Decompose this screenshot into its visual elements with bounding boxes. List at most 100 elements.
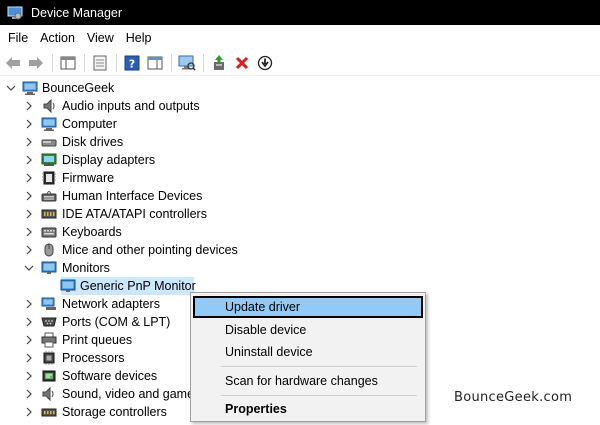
- tree-category-disk-drives[interactable]: Disk drives: [0, 133, 600, 151]
- menu-item-properties[interactable]: Properties: [193, 398, 423, 420]
- expand-chevron-icon[interactable]: [23, 244, 35, 256]
- monitor-icon: [60, 278, 76, 294]
- expand-chevron-icon[interactable]: [23, 226, 35, 238]
- menu-separator: [221, 366, 417, 367]
- toolbar-separator: [203, 53, 204, 72]
- expand-chevron-icon[interactable]: [23, 118, 35, 130]
- forward-icon[interactable]: [26, 53, 46, 73]
- disk-drive-icon: [41, 134, 57, 150]
- collapse-chevron-icon[interactable]: [5, 82, 17, 94]
- expand-chevron-icon[interactable]: [23, 334, 35, 346]
- menu-item-update-driver[interactable]: Update driver: [193, 296, 423, 318]
- expand-chevron-icon[interactable]: [23, 370, 35, 382]
- tree-category-ide[interactable]: IDE ATA/ATAPI controllers: [0, 205, 600, 223]
- expand-chevron-icon[interactable]: [23, 316, 35, 328]
- expand-chevron-icon[interactable]: [23, 100, 35, 112]
- menu-separator: [221, 395, 417, 396]
- expand-chevron-icon[interactable]: [23, 406, 35, 418]
- tree-category-firmware[interactable]: Firmware: [0, 169, 600, 187]
- tree-category-hid[interactable]: Human Interface Devices: [0, 187, 600, 205]
- sound-video-icon: [41, 386, 57, 402]
- menu-view[interactable]: View: [82, 31, 119, 45]
- expand-chevron-icon[interactable]: [23, 172, 35, 184]
- properties-icon[interactable]: [90, 53, 110, 73]
- menu-bar: File Action View Help: [0, 25, 600, 50]
- tree-category-label: Network adapters: [62, 297, 160, 311]
- software-device-icon: [41, 368, 57, 384]
- svg-text:?: ?: [129, 57, 135, 70]
- hid-icon: [41, 188, 57, 204]
- network-adapter-icon: [41, 296, 57, 312]
- storage-controller-icon: [41, 404, 57, 420]
- disable-device-icon[interactable]: [255, 53, 275, 73]
- speaker-icon: [41, 98, 57, 114]
- watermark-text: BounceGeek.com: [454, 390, 573, 405]
- menu-file[interactable]: File: [3, 31, 33, 45]
- tree-category-label: Monitors: [62, 261, 110, 275]
- tree-category-label: Firmware: [62, 171, 115, 185]
- action-pane-icon[interactable]: [145, 53, 165, 73]
- tree-category-label: Print queues: [62, 333, 133, 347]
- collapse-chevron-icon[interactable]: [23, 262, 35, 274]
- tree-category-mice[interactable]: Mice and other pointing devices: [0, 241, 600, 259]
- expand-chevron-icon[interactable]: [23, 208, 35, 220]
- menu-item-disable-device[interactable]: Disable device: [193, 319, 423, 341]
- toolbar-separator: [171, 53, 172, 72]
- window-title: Device Manager: [31, 5, 123, 20]
- tree-category-label: Audio inputs and outputs: [62, 99, 200, 113]
- show-hide-console-tree-icon[interactable]: [58, 53, 78, 73]
- toolbar-separator: [52, 53, 53, 72]
- tree-category-label: Mice and other pointing devices: [62, 243, 238, 257]
- title-bar: Device Manager: [0, 0, 600, 25]
- tree-category-label: Storage controllers: [62, 405, 167, 419]
- firmware-icon: [41, 170, 57, 186]
- tree-category-display-adapters[interactable]: Display adapters: [0, 151, 600, 169]
- expand-chevron-icon[interactable]: [23, 136, 35, 148]
- computer-icon: [41, 116, 57, 132]
- toolbar-separator: [116, 53, 117, 72]
- display-adapter-icon: [41, 152, 57, 168]
- computer-icon: [22, 80, 38, 96]
- ide-controller-icon: [41, 206, 57, 222]
- context-menu: Update driver Disable device Uninstall d…: [190, 292, 426, 422]
- menu-help[interactable]: Help: [121, 31, 157, 45]
- monitor-icon: [41, 260, 57, 276]
- tree-root-node[interactable]: BounceGeek: [0, 79, 600, 97]
- expand-chevron-icon[interactable]: [23, 190, 35, 202]
- tree-category-label: Ports (COM & LPT): [62, 315, 171, 329]
- tree-category-label: IDE ATA/ATAPI controllers: [62, 207, 207, 221]
- tree-category-label: Computer: [62, 117, 117, 131]
- update-driver-icon[interactable]: [209, 53, 229, 73]
- printer-icon: [41, 332, 57, 348]
- tree-category-label: Keyboards: [62, 225, 122, 239]
- expand-chevron-icon[interactable]: [23, 388, 35, 400]
- scan-hardware-icon[interactable]: [177, 53, 197, 73]
- device-manager-app-icon: [7, 5, 23, 21]
- tree-category-label: Disk drives: [62, 135, 124, 149]
- toolbar-separator: [84, 53, 85, 72]
- keyboard-icon: [41, 224, 57, 240]
- tree-category-label: Software devices: [62, 369, 158, 383]
- uninstall-icon[interactable]: [232, 53, 252, 73]
- mouse-icon: [41, 242, 57, 258]
- menu-item-uninstall-device[interactable]: Uninstall device: [193, 341, 423, 363]
- expand-chevron-icon[interactable]: [23, 298, 35, 310]
- tree-category-label: Sound, video and game: [62, 387, 195, 401]
- expand-chevron-icon[interactable]: [23, 154, 35, 166]
- tree-category-label: Display adapters: [62, 153, 156, 167]
- tree-root-label: BounceGeek: [42, 81, 115, 95]
- help-icon[interactable]: ?: [122, 53, 142, 73]
- processor-icon: [41, 350, 57, 366]
- back-icon[interactable]: [3, 53, 23, 73]
- expand-chevron-icon[interactable]: [23, 352, 35, 364]
- tree-category-keyboards[interactable]: Keyboards: [0, 223, 600, 241]
- menu-action[interactable]: Action: [35, 31, 80, 45]
- tree-category-monitors[interactable]: Monitors: [0, 259, 600, 277]
- tree-category-label: Human Interface Devices: [62, 189, 203, 203]
- port-icon: [41, 314, 57, 330]
- tree-category-computer[interactable]: Computer: [0, 115, 600, 133]
- tree-category-label: Processors: [62, 351, 125, 365]
- tree-device-label: Generic PnP Monitor: [80, 279, 196, 293]
- menu-item-scan-hardware[interactable]: Scan for hardware changes: [193, 370, 423, 392]
- tree-category-audio[interactable]: Audio inputs and outputs: [0, 97, 600, 115]
